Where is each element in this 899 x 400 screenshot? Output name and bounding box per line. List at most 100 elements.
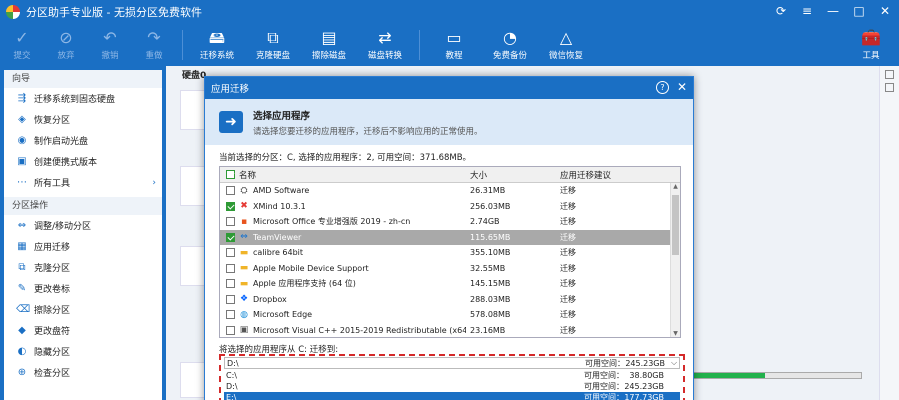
- sidebar-item-drive-letter[interactable]: ◆ 更改盘符: [4, 320, 162, 341]
- app-row[interactable]: ⛭ AMD Software 26.31MB 迁移: [220, 183, 680, 199]
- target-combo-selected[interactable]: D:\ 可用空间： 245.23GB ⌵: [224, 357, 680, 369]
- wipe-partition-icon: ⌫: [16, 304, 31, 315]
- app-checkbox[interactable]: [226, 263, 235, 273]
- target-drive: D:\: [227, 358, 239, 368]
- app-checkbox[interactable]: [226, 186, 235, 196]
- sidebar-item-wipe-partition[interactable]: ⌫ 擦除分区: [4, 299, 162, 320]
- column-size[interactable]: 大小: [466, 169, 556, 181]
- app-name: Apple Mobile Device Support: [253, 263, 369, 273]
- app-name-cell: ▬ Apple Mobile Device Support: [220, 263, 466, 273]
- chevron-right-icon: ›: [152, 177, 156, 188]
- free-space-value: 38.80GB: [629, 371, 664, 380]
- recover-icon: ◈: [18, 114, 26, 125]
- sidebar-item-bootdisk[interactable]: ◉ 制作启动光盘: [4, 130, 162, 151]
- sidebar-item-resize[interactable]: ⇔ 调整/移动分区: [4, 215, 162, 236]
- app-name-cell: ▬ Apple 应用程序支持 (64 位): [220, 278, 466, 289]
- app-name: AMD Software: [253, 186, 310, 196]
- app-name: calibre 64bit: [253, 248, 304, 258]
- scroll-down-icon[interactable]: ▼: [671, 330, 680, 337]
- check-partition-icon: ⊕: [17, 367, 27, 378]
- app-name: Microsoft Office 专业增强版 2019 - zh-cn: [253, 217, 411, 227]
- target-drive-select[interactable]: D:\ 可用空间： 245.23GB ⌵ C:\ 可用空间： 38.80GB D:\ 可用空间：…: [219, 354, 685, 400]
- dialog-close-button[interactable]: ✕: [677, 80, 687, 94]
- commit-button[interactable]: ✓ 提交: [0, 24, 44, 66]
- column-suggestion[interactable]: 应用迁移建议: [556, 169, 680, 181]
- maximize-button[interactable]: □: [851, 4, 867, 18]
- target-option[interactable]: C:\ 可用空间： 38.80GB: [224, 370, 680, 381]
- redo-button[interactable]: ↷ 重做: [132, 24, 176, 66]
- app-suggestion: 迁移: [560, 248, 576, 258]
- app-size: 23.16MB: [470, 325, 506, 335]
- app-suggestion: 迁移: [560, 310, 576, 320]
- tools-button[interactable]: 🧰 工具: [849, 24, 893, 66]
- disk-usage-fill: [687, 373, 766, 378]
- app-checkbox[interactable]: [226, 279, 235, 289]
- sidebar-item-change-label[interactable]: ✎ 更改卷标: [4, 278, 162, 299]
- target-option[interactable]: D:\ 可用空间： 245.23GB: [224, 381, 680, 392]
- app-row[interactable]: ▬ Apple Mobile Device Support 32.55MB 迁移: [220, 261, 680, 277]
- app-checkbox[interactable]: [226, 217, 235, 227]
- app-row[interactable]: ▪ Microsoft Office 专业增强版 2019 - zh-cn 2.74…: [220, 214, 680, 230]
- app-checkbox[interactable]: [226, 248, 235, 258]
- free-space-label: 可用空间：: [584, 382, 624, 391]
- list-view-icon[interactable]: [885, 83, 894, 92]
- app-name: XMind 10.3.1: [253, 201, 306, 211]
- sidebar-item-recover[interactable]: ◈ 恢复分区: [4, 109, 162, 130]
- scroll-up-icon[interactable]: ▲: [671, 183, 680, 190]
- minimize-button[interactable]: —: [825, 4, 841, 18]
- convert-disk-button[interactable]: ⇄ 磁盘转换: [357, 24, 413, 66]
- grid-view-icon[interactable]: [885, 70, 894, 79]
- free-backup-button[interactable]: ◔ 免费备份: [482, 24, 538, 66]
- app-row[interactable]: ◍ Microsoft Edge 578.08MB 迁移: [220, 307, 680, 323]
- app-row[interactable]: ❖ Dropbox 288.03MB 迁移: [220, 292, 680, 308]
- list-scrollbar[interactable]: ▲ ▼: [670, 183, 680, 337]
- sidebar-item-app-move[interactable]: ▦ 应用迁移: [4, 236, 162, 257]
- sidebar-item-check-partition[interactable]: ⊕ 检查分区: [4, 362, 162, 383]
- help-icon[interactable]: ?: [656, 81, 669, 94]
- sidebar-item-all-tools[interactable]: ⋯ 所有工具 ›: [4, 172, 162, 193]
- app-row[interactable]: ⇔ TeamViewer 115.65MB 迁移: [220, 229, 680, 245]
- app-checkbox[interactable]: [226, 325, 235, 335]
- refresh-icon[interactable]: ⟳: [773, 4, 789, 18]
- xmind-icon: ✖: [240, 201, 248, 212]
- wipe-disk-button[interactable]: ▤ 擦除磁盘: [301, 24, 357, 66]
- sidebar-item-hide-partition[interactable]: ◐ 隐藏分区: [4, 341, 162, 362]
- discard-button[interactable]: ⊘ 放弃: [44, 24, 88, 66]
- bootdisk-icon: ◉: [17, 135, 27, 146]
- app-row[interactable]: ▣ Microsoft Visual C++ 2015-2019 Redistri…: [220, 323, 680, 338]
- app-row[interactable]: ✖ XMind 10.3.1 256.03MB 迁移: [220, 199, 680, 215]
- migrate-os-button[interactable]: 🖴 迁移系统: [189, 24, 245, 66]
- close-button[interactable]: ✕: [877, 4, 893, 18]
- app-suggestion: 迁移: [560, 201, 576, 211]
- target-option[interactable]: E:\ 可用空间： 177.73GB: [224, 392, 680, 400]
- toolbar-divider: [182, 30, 183, 60]
- app-suggestion: 迁移: [560, 263, 576, 273]
- app-checkbox[interactable]: [226, 294, 235, 304]
- menu-icon[interactable]: ≡: [799, 4, 815, 18]
- column-name[interactable]: 名称: [220, 169, 466, 181]
- app-checkbox[interactable]: [226, 232, 235, 242]
- scroll-thumb[interactable]: [672, 195, 679, 255]
- tutorial-button[interactable]: ▭ 教程: [426, 24, 482, 66]
- app-name-cell: ❖ Dropbox: [220, 294, 466, 304]
- sidebar-item-portable[interactable]: ▣ 创建便携式版本: [4, 151, 162, 172]
- sidebar-item-clone-partition[interactable]: ⧉ 克隆分区: [4, 257, 162, 278]
- app-checkbox[interactable]: [226, 201, 235, 211]
- sidebar-item-migrate-os[interactable]: ⇶ 迁移系统到固态硬盘: [4, 88, 162, 109]
- clone-partition-icon: ⧉: [18, 262, 26, 273]
- app-name-cell: ▬ calibre 64bit: [220, 248, 466, 258]
- title-bar: 分区助手专业版 - 无损分区免费软件 ⟳ ≡ — □ ✕: [0, 0, 899, 24]
- app-name: Microsoft Visual C++ 2015-2019 Redistrib…: [253, 325, 466, 335]
- app-row[interactable]: ▬ calibre 64bit 355.10MB 迁移: [220, 245, 680, 261]
- app-size: 145.15MB: [470, 279, 511, 289]
- app-checkbox[interactable]: [226, 310, 235, 320]
- app-name: TeamViewer: [253, 232, 302, 242]
- chevron-down-icon[interactable]: ⌵: [671, 358, 677, 368]
- select-all-checkbox[interactable]: [226, 170, 235, 179]
- app-size: 32.55MB: [470, 263, 506, 273]
- office-icon: ▪: [240, 216, 248, 227]
- undo-button[interactable]: ↶ 撤销: [88, 24, 132, 66]
- wechat-recovery-button[interactable]: △ 微信恢复: [538, 24, 594, 66]
- app-row[interactable]: ▬ Apple 应用程序支持 (64 位) 145.15MB 迁移: [220, 276, 680, 292]
- clone-disk-button[interactable]: ⧉ 克隆硬盘: [245, 24, 301, 66]
